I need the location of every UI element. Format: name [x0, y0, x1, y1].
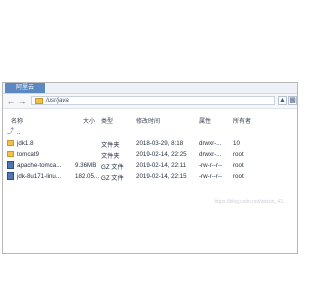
file-type: 文件夹 [101, 142, 120, 149]
file-row[interactable]: jdk1.8 文件夹 2018-03-29, 8:18 drwxr-... 10 [3, 138, 297, 149]
file-attributes: drwxr-... [199, 151, 222, 158]
file-attributes: drwxr-... [199, 140, 222, 147]
file-type: GZ 文件 [101, 164, 124, 171]
go-up-icon[interactable]: ▲ [278, 96, 287, 105]
file-name: tomcat9 [17, 151, 40, 158]
file-owner: root [233, 162, 244, 169]
column-attributes[interactable]: 属性 [199, 116, 211, 125]
column-modified[interactable]: 修改时间 [136, 116, 160, 125]
file-owner: root [233, 151, 244, 158]
folder-icon [7, 140, 14, 146]
file-name: jdk1.8 [17, 140, 34, 147]
file-type: 文件夹 [101, 153, 120, 160]
navigation-toolbar: ← → /usr/java ▲ ▦ [3, 94, 297, 109]
folder-icon [35, 98, 43, 104]
folder-icon [7, 151, 14, 157]
file-modified: 2019-02-14, 22:25 [136, 151, 187, 158]
file-attributes: -rw-r--r-- [199, 162, 223, 169]
view-mode-icon[interactable]: ▦ [288, 96, 297, 105]
watermark-text: https://blog.csdn.net/weixin_43... [214, 199, 287, 205]
file-size: 182.05... [75, 173, 100, 180]
back-arrow-icon[interactable]: ← [6, 96, 16, 106]
column-name[interactable]: 名称 [11, 116, 23, 125]
column-size[interactable]: 大小 [83, 116, 95, 125]
tab-bar: 阿里云 [3, 83, 297, 94]
file-size: 9.36MB [75, 162, 97, 169]
file-row[interactable]: apache-tomca... 9.36MB GZ 文件 2019-02-14,… [3, 160, 297, 171]
file-owner: root [233, 173, 244, 180]
column-type[interactable]: 类型 [101, 116, 113, 125]
file-row[interactable]: jdk-8u171-linu... 182.05... GZ 文件 2019-0… [3, 171, 297, 182]
file-attributes: -rw-r--r-- [199, 173, 223, 180]
parent-directory-icon: ⤴ [7, 128, 14, 135]
file-list-header: 名称 大小 类型 修改时间 属性 所有者 [3, 114, 297, 125]
file-name: apache-tomca... [17, 162, 62, 169]
forward-arrow-icon[interactable]: → [17, 96, 27, 106]
file-manager-window: 阿里云 ← → /usr/java ▲ ▦ 名称 大小 类型 修改时间 属性 所… [2, 82, 298, 254]
file-modified: 2019-02-14, 22:15 [136, 173, 187, 180]
file-modified: 2019-02-14, 22:11 [136, 162, 187, 169]
address-bar[interactable]: /usr/java [31, 96, 275, 105]
tab-aliyun[interactable]: 阿里云 [5, 83, 45, 93]
file-row[interactable]: tomcat9 文件夹 2019-02-14, 22:25 drwxr-... … [3, 149, 297, 160]
column-owner[interactable]: 所有者 [233, 116, 251, 125]
archive-file-icon [7, 161, 14, 169]
file-name: .. [17, 129, 21, 136]
address-path: /usr/java [46, 98, 69, 104]
archive-file-icon [7, 172, 14, 180]
file-modified: 2018-03-29, 8:18 [136, 140, 184, 147]
file-row[interactable]: ⤴ .. [3, 127, 297, 138]
file-list: ⤴ .. jdk1.8 文件夹 2018-03-29, 8:18 drwxr-.… [3, 127, 297, 182]
file-type: GZ 文件 [101, 175, 124, 182]
file-name: jdk-8u171-linu... [17, 173, 62, 180]
file-owner: 10 [233, 140, 240, 147]
